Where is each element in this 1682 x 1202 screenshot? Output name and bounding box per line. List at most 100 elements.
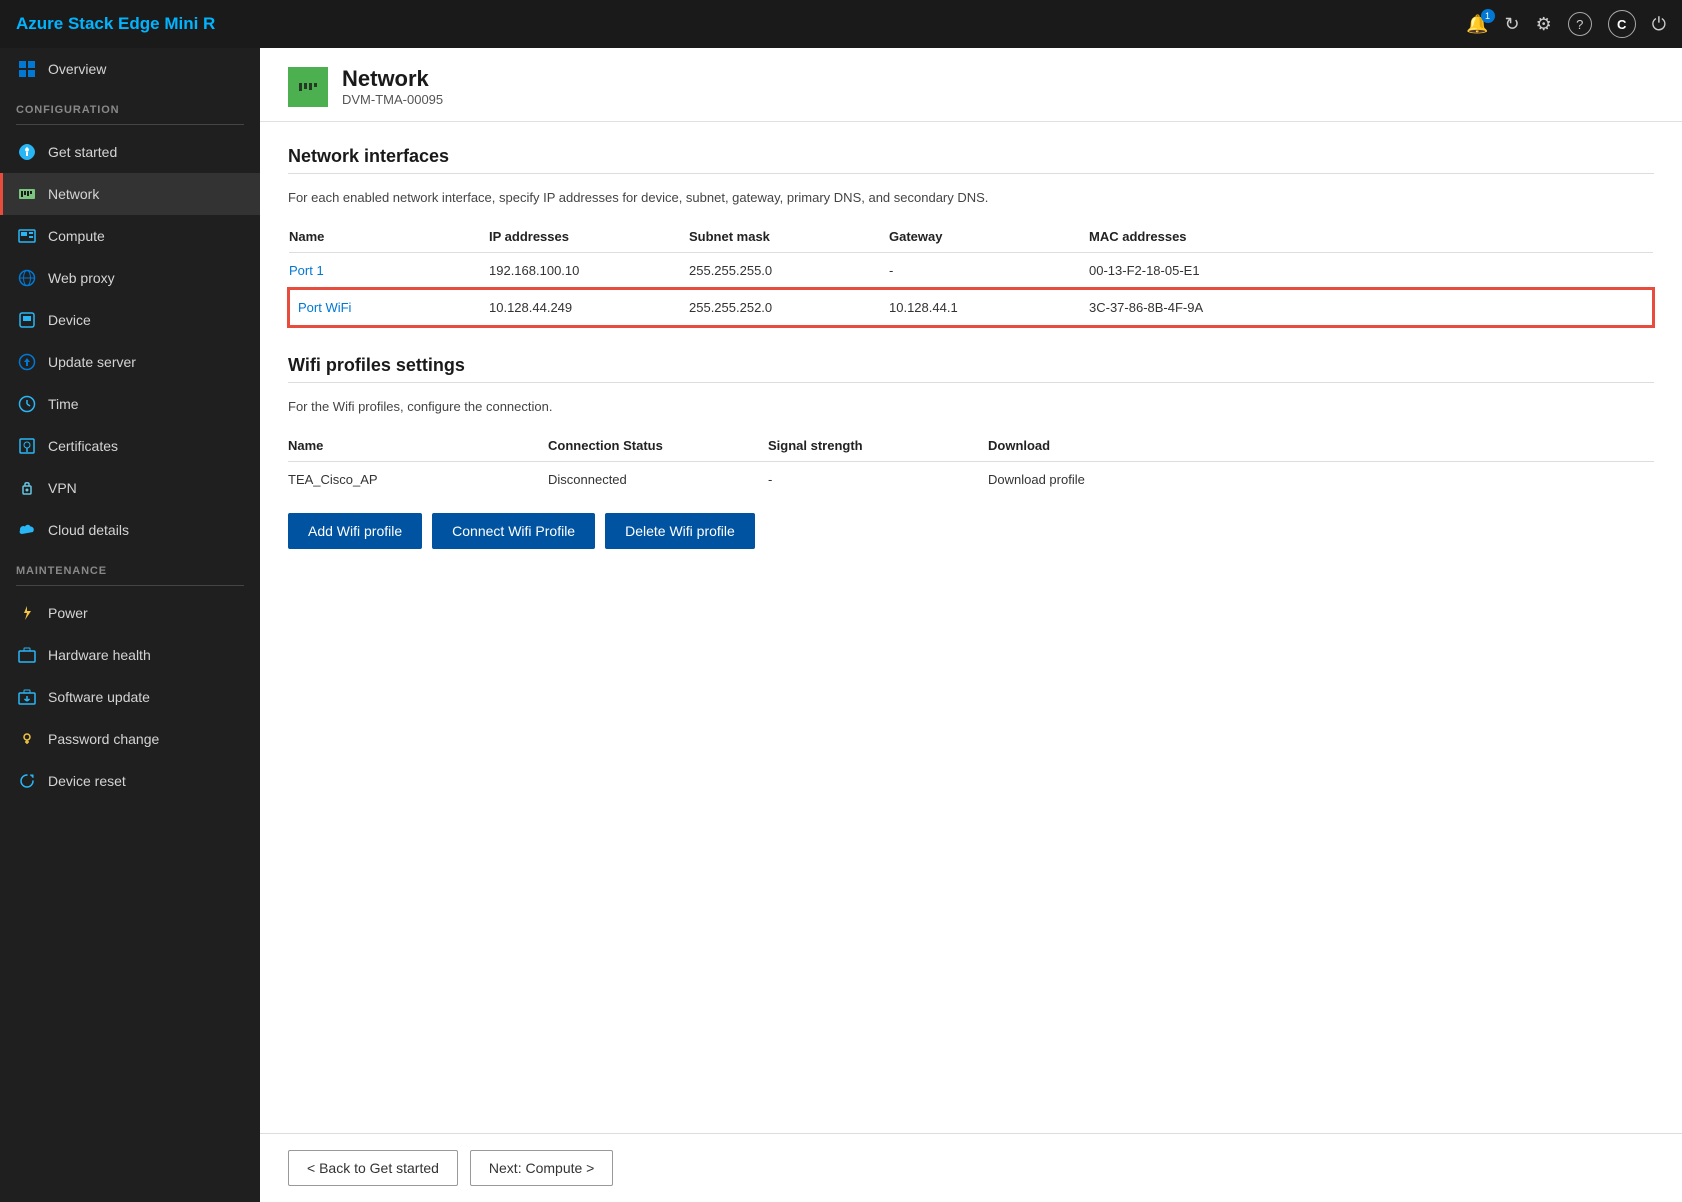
refresh-icon[interactable]: ↻ bbox=[1505, 14, 1520, 35]
page-subtitle: DVM-TMA-00095 bbox=[342, 92, 443, 107]
wifi-download-cell[interactable]: Download profile bbox=[988, 462, 1654, 498]
network-interfaces-title: Network interfaces bbox=[288, 146, 1654, 167]
back-to-get-started-button[interactable]: < Back to Get started bbox=[288, 1150, 458, 1186]
next-compute-button[interactable]: Next: Compute > bbox=[470, 1150, 613, 1186]
network-icon bbox=[16, 183, 38, 205]
sidebar-item-get-started-label: Get started bbox=[48, 144, 117, 160]
web-proxy-icon bbox=[16, 267, 38, 289]
wifi-table-body: TEA_Cisco_AP Disconnected - Download pro… bbox=[288, 462, 1654, 498]
wifi-button-row: Add Wifi profile Connect Wifi Profile De… bbox=[288, 513, 1654, 549]
certificates-icon bbox=[16, 435, 38, 457]
update-server-icon bbox=[16, 351, 38, 373]
sidebar-item-cloud-details-label: Cloud details bbox=[48, 522, 129, 538]
config-section-label: CONFIGURATION bbox=[0, 90, 260, 122]
sidebar-item-time[interactable]: Time bbox=[0, 383, 260, 425]
software-update-icon bbox=[16, 686, 38, 708]
add-wifi-profile-button[interactable]: Add Wifi profile bbox=[288, 513, 422, 549]
sidebar-item-compute[interactable]: Compute bbox=[0, 215, 260, 257]
hardware-health-icon bbox=[16, 644, 38, 666]
wifi-profiles-divider bbox=[288, 382, 1654, 383]
sidebar-item-network[interactable]: Network bbox=[0, 173, 260, 215]
wifi-profiles-title: Wifi profiles settings bbox=[288, 355, 1654, 376]
wifi-name-cell: TEA_Cisco_AP bbox=[288, 462, 548, 498]
maintenance-section-label: MAINTENANCE bbox=[0, 551, 260, 583]
power-sidebar-icon bbox=[16, 602, 38, 624]
port-wifi-subnet-cell: 255.255.252.0 bbox=[689, 289, 889, 326]
col-ip: IP addresses bbox=[489, 221, 689, 253]
sidebar-item-software-update[interactable]: Software update bbox=[0, 676, 260, 718]
sidebar-item-overview[interactable]: Overview bbox=[0, 48, 260, 90]
network-interfaces-section: Network interfaces For each enabled netw… bbox=[288, 146, 1654, 327]
sidebar-item-password-change-label: Password change bbox=[48, 731, 159, 747]
content-body: Network interfaces For each enabled netw… bbox=[260, 122, 1682, 1133]
cloud-details-icon bbox=[16, 519, 38, 541]
sidebar-item-web-proxy[interactable]: Web proxy bbox=[0, 257, 260, 299]
main-layout: Overview CONFIGURATION Get started Netwo… bbox=[0, 48, 1682, 1202]
port-wifi-mac-cell: 3C-37-86-8B-4F-9A bbox=[1089, 289, 1653, 326]
wifi-col-name: Name bbox=[288, 430, 548, 462]
sidebar-item-password-change[interactable]: Password change bbox=[0, 718, 260, 760]
time-icon bbox=[16, 393, 38, 415]
wifi-col-status: Connection Status bbox=[548, 430, 768, 462]
wifi-header-row: Name Connection Status Signal strength D… bbox=[288, 430, 1654, 462]
maintenance-divider bbox=[16, 585, 244, 586]
wifi-col-signal: Signal strength bbox=[768, 430, 988, 462]
sidebar-item-device-reset[interactable]: Device reset bbox=[0, 760, 260, 802]
sidebar-item-update-server[interactable]: Update server bbox=[0, 341, 260, 383]
col-gateway: Gateway bbox=[889, 221, 1089, 253]
col-mac: MAC addresses bbox=[1089, 221, 1653, 253]
sidebar-item-device[interactable]: Device bbox=[0, 299, 260, 341]
sidebar-item-certificates[interactable]: Certificates bbox=[0, 425, 260, 467]
sidebar-item-device-label: Device bbox=[48, 312, 91, 328]
config-divider bbox=[16, 124, 244, 125]
notification-icon[interactable]: 🔔 1 bbox=[1466, 14, 1488, 35]
sidebar-item-cloud-details[interactable]: Cloud details bbox=[0, 509, 260, 551]
table-row: Port WiFi 10.128.44.249 255.255.252.0 10… bbox=[289, 289, 1653, 326]
port1-mac-cell: 00-13-F2-18-05-E1 bbox=[1089, 253, 1653, 290]
overview-icon bbox=[16, 58, 38, 80]
delete-wifi-profile-button[interactable]: Delete Wifi profile bbox=[605, 513, 755, 549]
port-wifi-name-cell[interactable]: Port WiFi bbox=[289, 289, 489, 326]
sidebar-item-hardware-health[interactable]: Hardware health bbox=[0, 634, 260, 676]
wifi-profiles-desc: For the Wifi profiles, configure the con… bbox=[288, 399, 1654, 414]
app-title: Azure Stack Edge Mini R bbox=[16, 14, 1466, 34]
page-header-text: Network DVM-TMA-00095 bbox=[342, 66, 443, 107]
table-row: TEA_Cisco_AP Disconnected - Download pro… bbox=[288, 462, 1654, 498]
page-title: Network bbox=[342, 66, 443, 92]
wifi-signal-cell: - bbox=[768, 462, 988, 498]
sidebar-item-time-label: Time bbox=[48, 396, 79, 412]
port-wifi-gateway-cell: 10.128.44.1 bbox=[889, 289, 1089, 326]
sidebar: Overview CONFIGURATION Get started Netwo… bbox=[0, 48, 260, 1202]
account-icon[interactable]: C bbox=[1608, 10, 1636, 38]
page-header-icon bbox=[288, 67, 328, 107]
sidebar-item-certificates-label: Certificates bbox=[48, 438, 118, 454]
settings-icon[interactable]: ⚙ bbox=[1536, 14, 1552, 35]
content-area: Network DVM-TMA-00095 Network interfaces… bbox=[260, 48, 1682, 1202]
connect-wifi-profile-button[interactable]: Connect Wifi Profile bbox=[432, 513, 595, 549]
network-interfaces-divider bbox=[288, 173, 1654, 174]
network-interfaces-table-body: Port 1 192.168.100.10 255.255.255.0 - 00… bbox=[289, 253, 1653, 327]
sidebar-item-hardware-health-label: Hardware health bbox=[48, 647, 151, 663]
notification-badge: 1 bbox=[1481, 9, 1495, 23]
port1-gateway-cell: - bbox=[889, 253, 1089, 290]
port1-name-cell[interactable]: Port 1 bbox=[289, 253, 489, 290]
compute-icon bbox=[16, 225, 38, 247]
table-header-row: Name IP addresses Subnet mask Gateway MA… bbox=[289, 221, 1653, 253]
col-subnet: Subnet mask bbox=[689, 221, 889, 253]
wifi-status-cell: Disconnected bbox=[548, 462, 768, 498]
device-reset-icon bbox=[16, 770, 38, 792]
sidebar-item-device-reset-label: Device reset bbox=[48, 773, 126, 789]
sidebar-item-update-server-label: Update server bbox=[48, 354, 136, 370]
topbar: Azure Stack Edge Mini R 🔔 1 ↻ ⚙ ? C ⏻ bbox=[0, 0, 1682, 48]
sidebar-item-get-started[interactable]: Get started bbox=[0, 131, 260, 173]
sidebar-item-software-update-label: Software update bbox=[48, 689, 150, 705]
sidebar-item-power[interactable]: Power bbox=[0, 592, 260, 634]
sidebar-item-vpn[interactable]: VPN bbox=[0, 467, 260, 509]
help-icon[interactable]: ? bbox=[1568, 12, 1592, 36]
sidebar-item-vpn-label: VPN bbox=[48, 480, 77, 496]
port-wifi-ip-cell: 10.128.44.249 bbox=[489, 289, 689, 326]
sidebar-item-power-label: Power bbox=[48, 605, 88, 621]
power-icon[interactable]: ⏻ bbox=[1652, 14, 1666, 35]
network-interfaces-desc: For each enabled network interface, spec… bbox=[288, 190, 1654, 205]
get-started-icon bbox=[16, 141, 38, 163]
